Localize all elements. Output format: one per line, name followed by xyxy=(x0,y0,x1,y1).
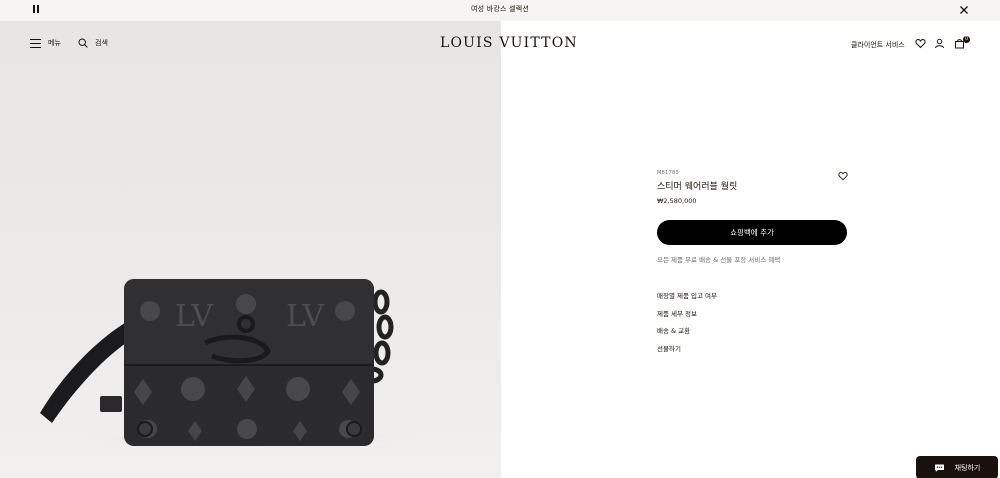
site-header: 메뉴 검색 LOUIS VUITTON 클라이언트 서비스 0 xyxy=(0,21,1000,67)
product-price: ₩2,580,000 xyxy=(657,197,697,205)
chat-button[interactable]: 채팅하기 xyxy=(916,456,998,478)
chat-bubble-icon xyxy=(934,464,944,472)
store-availability-link[interactable]: 매장별 제품 입고 여부 xyxy=(657,290,717,308)
close-icon[interactable] xyxy=(957,3,971,17)
shipping-returns-link[interactable]: 배송 & 교환 xyxy=(657,325,717,343)
menu-icon xyxy=(30,38,41,48)
menu-label: 메뉴 xyxy=(48,39,61,47)
search-label: 검색 xyxy=(95,39,108,47)
product-details-link[interactable]: 제품 세부 정보 xyxy=(657,308,717,326)
gift-link[interactable]: 선물하기 xyxy=(657,343,717,361)
search-button[interactable]: 검색 xyxy=(78,38,108,48)
wishlist-icon[interactable] xyxy=(915,38,926,49)
service-note: 모든 제품 무료 배송 & 선물 포장 서비스 혜택 xyxy=(657,256,781,264)
product-sku: M81783 xyxy=(657,170,680,176)
menu-button[interactable]: 메뉴 xyxy=(30,38,61,48)
brand-logo[interactable]: LOUIS VUITTON xyxy=(440,35,578,51)
svg-text:LV: LV xyxy=(286,299,325,334)
announcement-bar: 여성 바캉스 셀렉션 xyxy=(0,0,1000,21)
svg-text:LV: LV xyxy=(175,299,214,334)
steamer-wallet-illustration: LV LV xyxy=(40,279,420,448)
client-services-link[interactable]: 클라이언트 서비스 xyxy=(851,40,905,50)
cart-count-badge: 0 xyxy=(963,36,970,43)
account-icon[interactable] xyxy=(934,38,945,49)
search-icon xyxy=(78,38,88,48)
product-name: 스티머 웨어러블 월릿 xyxy=(657,182,738,192)
chat-label: 채팅하기 xyxy=(954,463,981,472)
product-info-panel: M81783 스티머 웨어러블 월릿 ₩2,580,000 쇼핑백에 추가 모든… xyxy=(657,170,848,353)
add-to-cart-button[interactable]: 쇼핑백에 추가 xyxy=(657,220,847,245)
heart-icon[interactable] xyxy=(838,171,848,181)
announcement-text[interactable]: 여성 바캉스 셀렉션 xyxy=(0,4,1000,14)
product-links: 매장별 제품 입고 여부 제품 세부 정보 배송 & 교환 선물하기 xyxy=(657,290,717,360)
product-image: LV LV xyxy=(0,21,501,478)
